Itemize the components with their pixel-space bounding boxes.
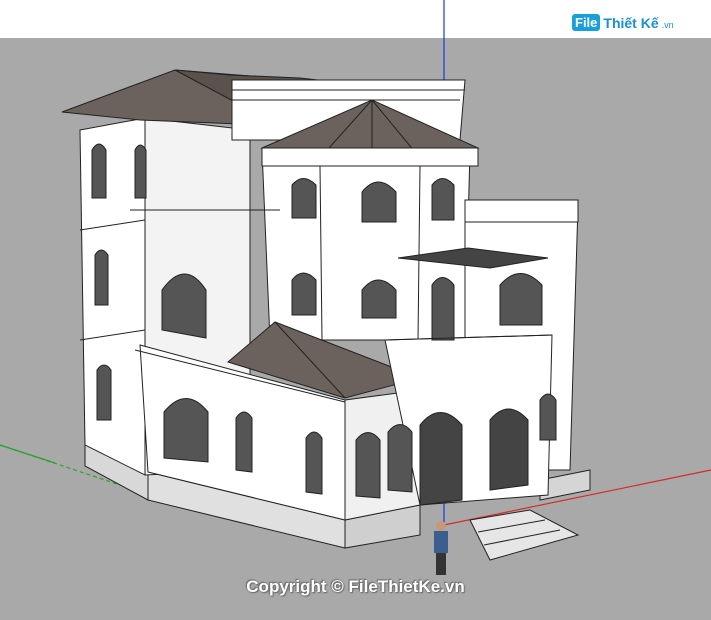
portico-arch-left bbox=[419, 412, 463, 506]
window bbox=[431, 178, 455, 221]
window bbox=[134, 144, 147, 199]
window bbox=[291, 272, 317, 316]
window bbox=[291, 178, 317, 219]
filethietke-logo: File Thiết Kế .vn bbox=[572, 14, 674, 31]
window bbox=[91, 143, 107, 199]
window bbox=[387, 424, 413, 493]
logo-box: File bbox=[572, 14, 601, 31]
window bbox=[305, 431, 323, 495]
window bbox=[361, 279, 397, 319]
window bbox=[96, 364, 112, 421]
window bbox=[361, 181, 397, 223]
figure-body bbox=[434, 531, 448, 553]
right-balustrade bbox=[464, 199, 579, 223]
figure-head bbox=[436, 521, 446, 531]
window bbox=[431, 277, 455, 341]
window bbox=[539, 393, 557, 441]
logo-text: Thiết Kế bbox=[603, 14, 659, 31]
window bbox=[94, 249, 109, 306]
portico-arch-right bbox=[489, 408, 529, 491]
window bbox=[163, 398, 209, 463]
window bbox=[235, 411, 253, 473]
tower-cornice bbox=[261, 147, 479, 167]
window bbox=[499, 273, 543, 326]
sketchup-viewport[interactable] bbox=[0, 0, 711, 620]
window bbox=[161, 273, 207, 339]
logo-tld: .vn bbox=[661, 19, 674, 30]
figure-legs bbox=[436, 553, 446, 575]
window bbox=[355, 432, 381, 499]
copyright-watermark: Copyright © FileThietKe.vn bbox=[246, 577, 465, 596]
